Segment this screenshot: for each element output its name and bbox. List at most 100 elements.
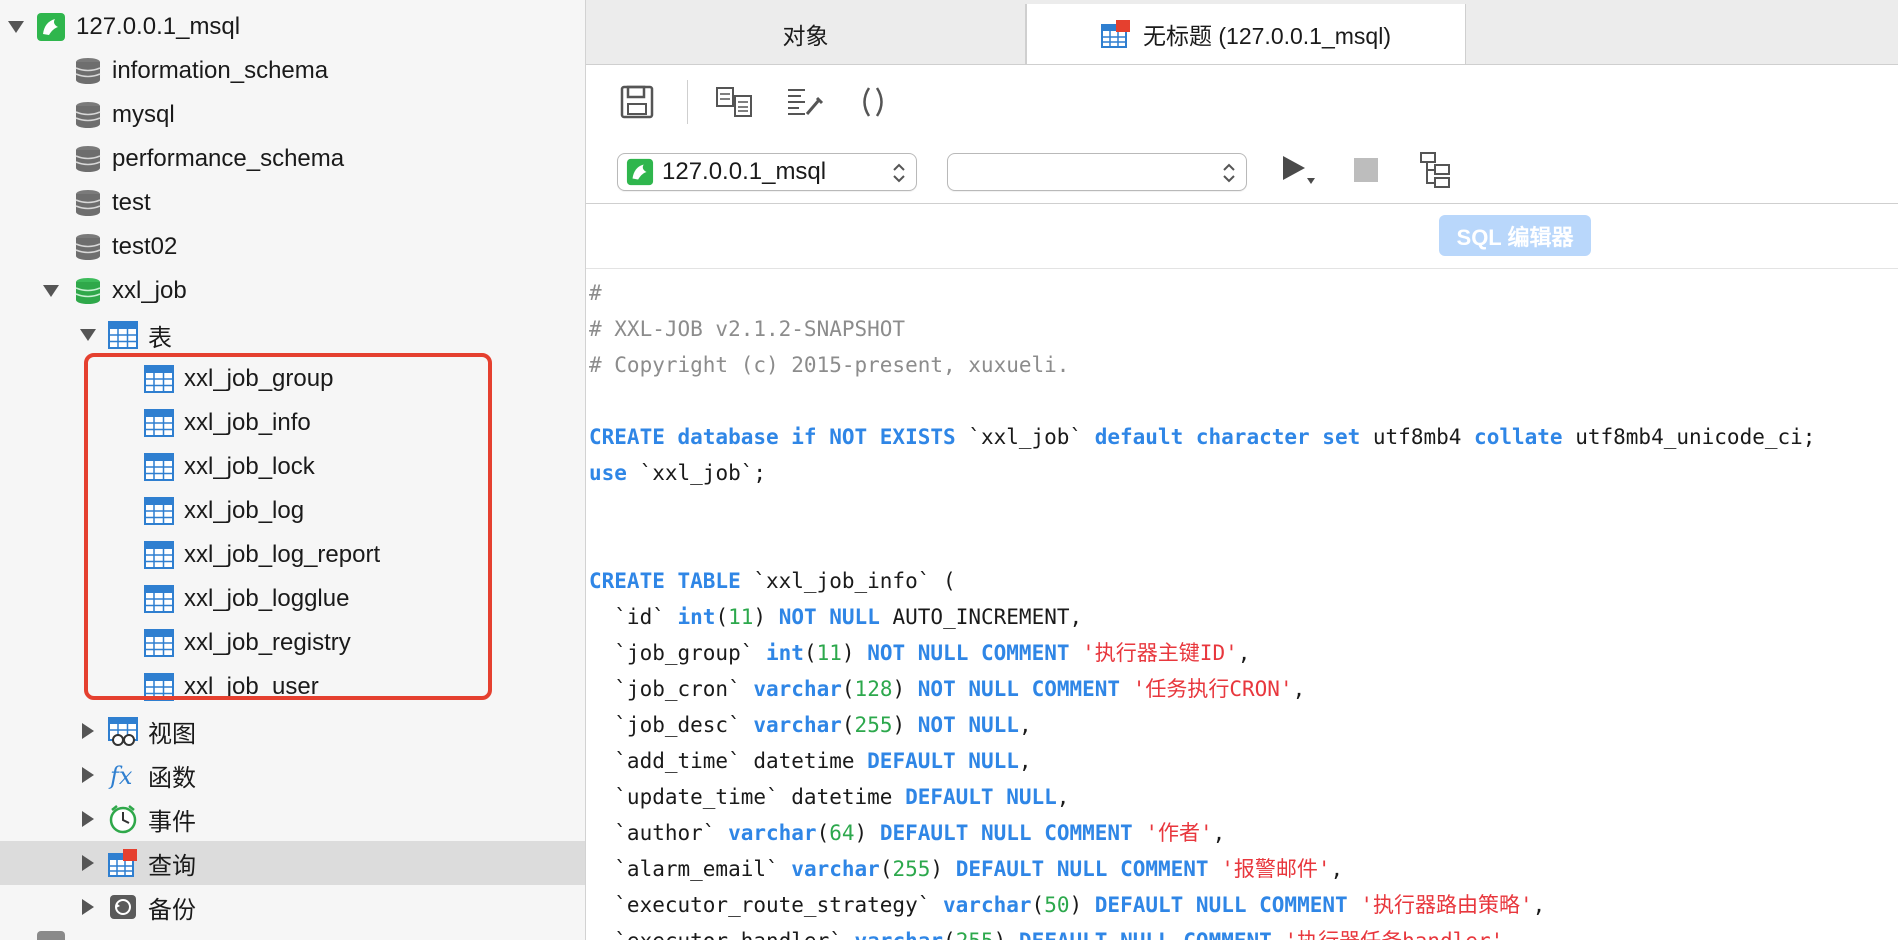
object-tree-sidebar[interactable]: 127.0.0.1_msql information_schema mysql … [0, 0, 586, 940]
group-label: 函数 [148, 764, 196, 792]
explain-button[interactable] [1415, 148, 1459, 192]
code-token: 255 [892, 857, 931, 881]
table-icon [144, 629, 174, 657]
code-token: ) [1069, 893, 1095, 917]
code-token: 11 [728, 605, 754, 629]
tree-table-item[interactable]: xxl_job_logglue [0, 577, 585, 621]
code-token: NOT NULL COMMENT [917, 677, 1121, 701]
group-label: 查询 [148, 852, 196, 880]
tab-objects[interactable]: 对象 [586, 4, 1026, 64]
code-token: 64 [829, 821, 855, 845]
group-label: 视图 [148, 720, 196, 748]
tree-table-item[interactable]: xxl_job_user [0, 665, 585, 709]
tree-database-test[interactable]: test [0, 181, 585, 225]
connection-select-value: 127.0.0.1_msql [662, 158, 827, 185]
tree-table-item[interactable]: xxl_job_log [0, 489, 585, 533]
code-line: `executor_route_strategy` varchar(50) DE… [589, 887, 1894, 923]
tree-connection[interactable]: 127.0.0.1_msql [0, 5, 585, 49]
code-line: # XXL-JOB v2.1.2-SNAPSHOT [589, 311, 1894, 347]
code-token: CREATE database if NOT EXISTS [589, 425, 956, 449]
tab-query[interactable]: 无标题 (127.0.0.1_msql) [1026, 4, 1466, 64]
collapsed-disclosure-icon[interactable] [79, 898, 97, 916]
code-token: ) [892, 677, 918, 701]
tree-group-tables[interactable]: 表 [0, 313, 585, 357]
tree-group-views[interactable]: 视图 [0, 709, 585, 753]
code-token: '执行器任务handler' [1284, 929, 1503, 940]
code-line: `job_cron` varchar(128) NOT NULL COMMENT… [589, 671, 1894, 707]
tree-database-performance-schema[interactable]: performance_schema [0, 137, 585, 181]
code-token: 50 [1044, 893, 1070, 917]
table-icon [144, 365, 174, 393]
code-token: ( [879, 857, 893, 881]
code-token: NOT NULL COMMENT [867, 641, 1070, 665]
code-token: DEFAULT NULL COMMENT [1019, 929, 1272, 940]
tree-group-events[interactable]: 事件 [0, 797, 585, 841]
expanded-disclosure-icon[interactable] [42, 282, 60, 300]
beautify-sql-button[interactable] [783, 80, 827, 124]
code-token: collate [1474, 425, 1563, 449]
backup-icon [110, 895, 136, 919]
code-token: , [1056, 785, 1070, 809]
code-token: NOT NULL [917, 713, 1019, 737]
tree-table-item[interactable]: xxl_job_log_report [0, 533, 585, 577]
code-token: `job_desc` [589, 713, 754, 737]
expanded-disclosure-icon[interactable] [7, 18, 25, 36]
svg-text:fx: fx [108, 762, 133, 790]
tree-table-item[interactable]: xxl_job_lock [0, 445, 585, 489]
table-icon [144, 409, 174, 437]
code-token: # XXL-JOB v2.1.2-SNAPSHOT [589, 317, 906, 341]
function-icon: fx [108, 762, 133, 790]
collapsed-disclosure-icon[interactable] [79, 854, 97, 872]
tree-group-backups[interactable]: 备份 [0, 885, 585, 929]
code-token: , [1330, 857, 1344, 881]
code-token: use [589, 461, 627, 485]
sql-editor-tab-button[interactable]: SQL 编辑器 [1439, 215, 1591, 256]
collapsed-disclosure-icon[interactable] [79, 722, 97, 740]
tree-group-queries[interactable]: 查询 [0, 841, 585, 885]
code-line: `job_desc` varchar(255) NOT NULL, [589, 707, 1894, 743]
database-label: test [112, 189, 151, 216]
database-label: xxl_job [112, 277, 187, 304]
collapsed-disclosure-icon[interactable] [79, 766, 97, 784]
database-label: performance_schema [112, 145, 345, 172]
tree-table-item[interactable]: xxl_job_registry [0, 621, 585, 665]
run-button[interactable] [1272, 148, 1328, 192]
code-line: `add_time` datetime DEFAULT NULL, [589, 743, 1894, 779]
connection-select[interactable]: 127.0.0.1_msql [617, 153, 917, 191]
query-builder-button[interactable] [713, 80, 757, 124]
code-token: 128 [854, 677, 893, 701]
query-editor-pane: 对象 无标题 (127.0.0.1_msql) 127.0.0.1_msql S… [586, 0, 1898, 940]
code-token: , [1532, 893, 1546, 917]
code-line: `job_group` int(11) NOT NULL COMMENT '执行… [589, 635, 1894, 671]
save-button[interactable] [615, 80, 659, 124]
code-snippet-button[interactable] [851, 80, 895, 124]
tree-database-information-schema[interactable]: information_schema [0, 49, 585, 93]
tree-group-functions[interactable]: fx 函数 [0, 753, 585, 797]
tree-database-test02[interactable]: test02 [0, 225, 585, 269]
tree-database-xxl-job[interactable]: xxl_job [0, 269, 585, 313]
mysql-connection-icon [626, 158, 654, 186]
expanded-disclosure-icon[interactable] [79, 326, 97, 344]
tree-database-mysql[interactable]: mysql [0, 93, 585, 137]
database-icon [75, 58, 101, 84]
table-label: xxl_job_group [184, 365, 334, 392]
code-token: ( [943, 929, 956, 940]
database-icon [75, 146, 101, 172]
toolbar-separator [687, 80, 688, 124]
code-token: `author` [589, 821, 729, 845]
code-token: DEFAULT NULL COMMENT [955, 857, 1209, 881]
select-arrows-icon [893, 163, 905, 183]
code-token: , [1018, 713, 1032, 737]
database-select[interactable] [947, 153, 1247, 191]
view-icon [108, 717, 138, 746]
code-token: , [1018, 749, 1032, 773]
code-token: `xxl_job`; [626, 461, 767, 485]
tree-table-item[interactable]: xxl_job_group [0, 357, 585, 401]
tree-table-item[interactable]: xxl_job_info [0, 401, 585, 445]
sql-code-editor[interactable]: # # XXL-JOB v2.1.2-SNAPSHOT # Copyright (c… [589, 275, 1894, 940]
beautify-icon [788, 89, 824, 115]
stop-button[interactable] [1344, 148, 1388, 192]
collapsed-disclosure-icon[interactable] [79, 810, 97, 828]
